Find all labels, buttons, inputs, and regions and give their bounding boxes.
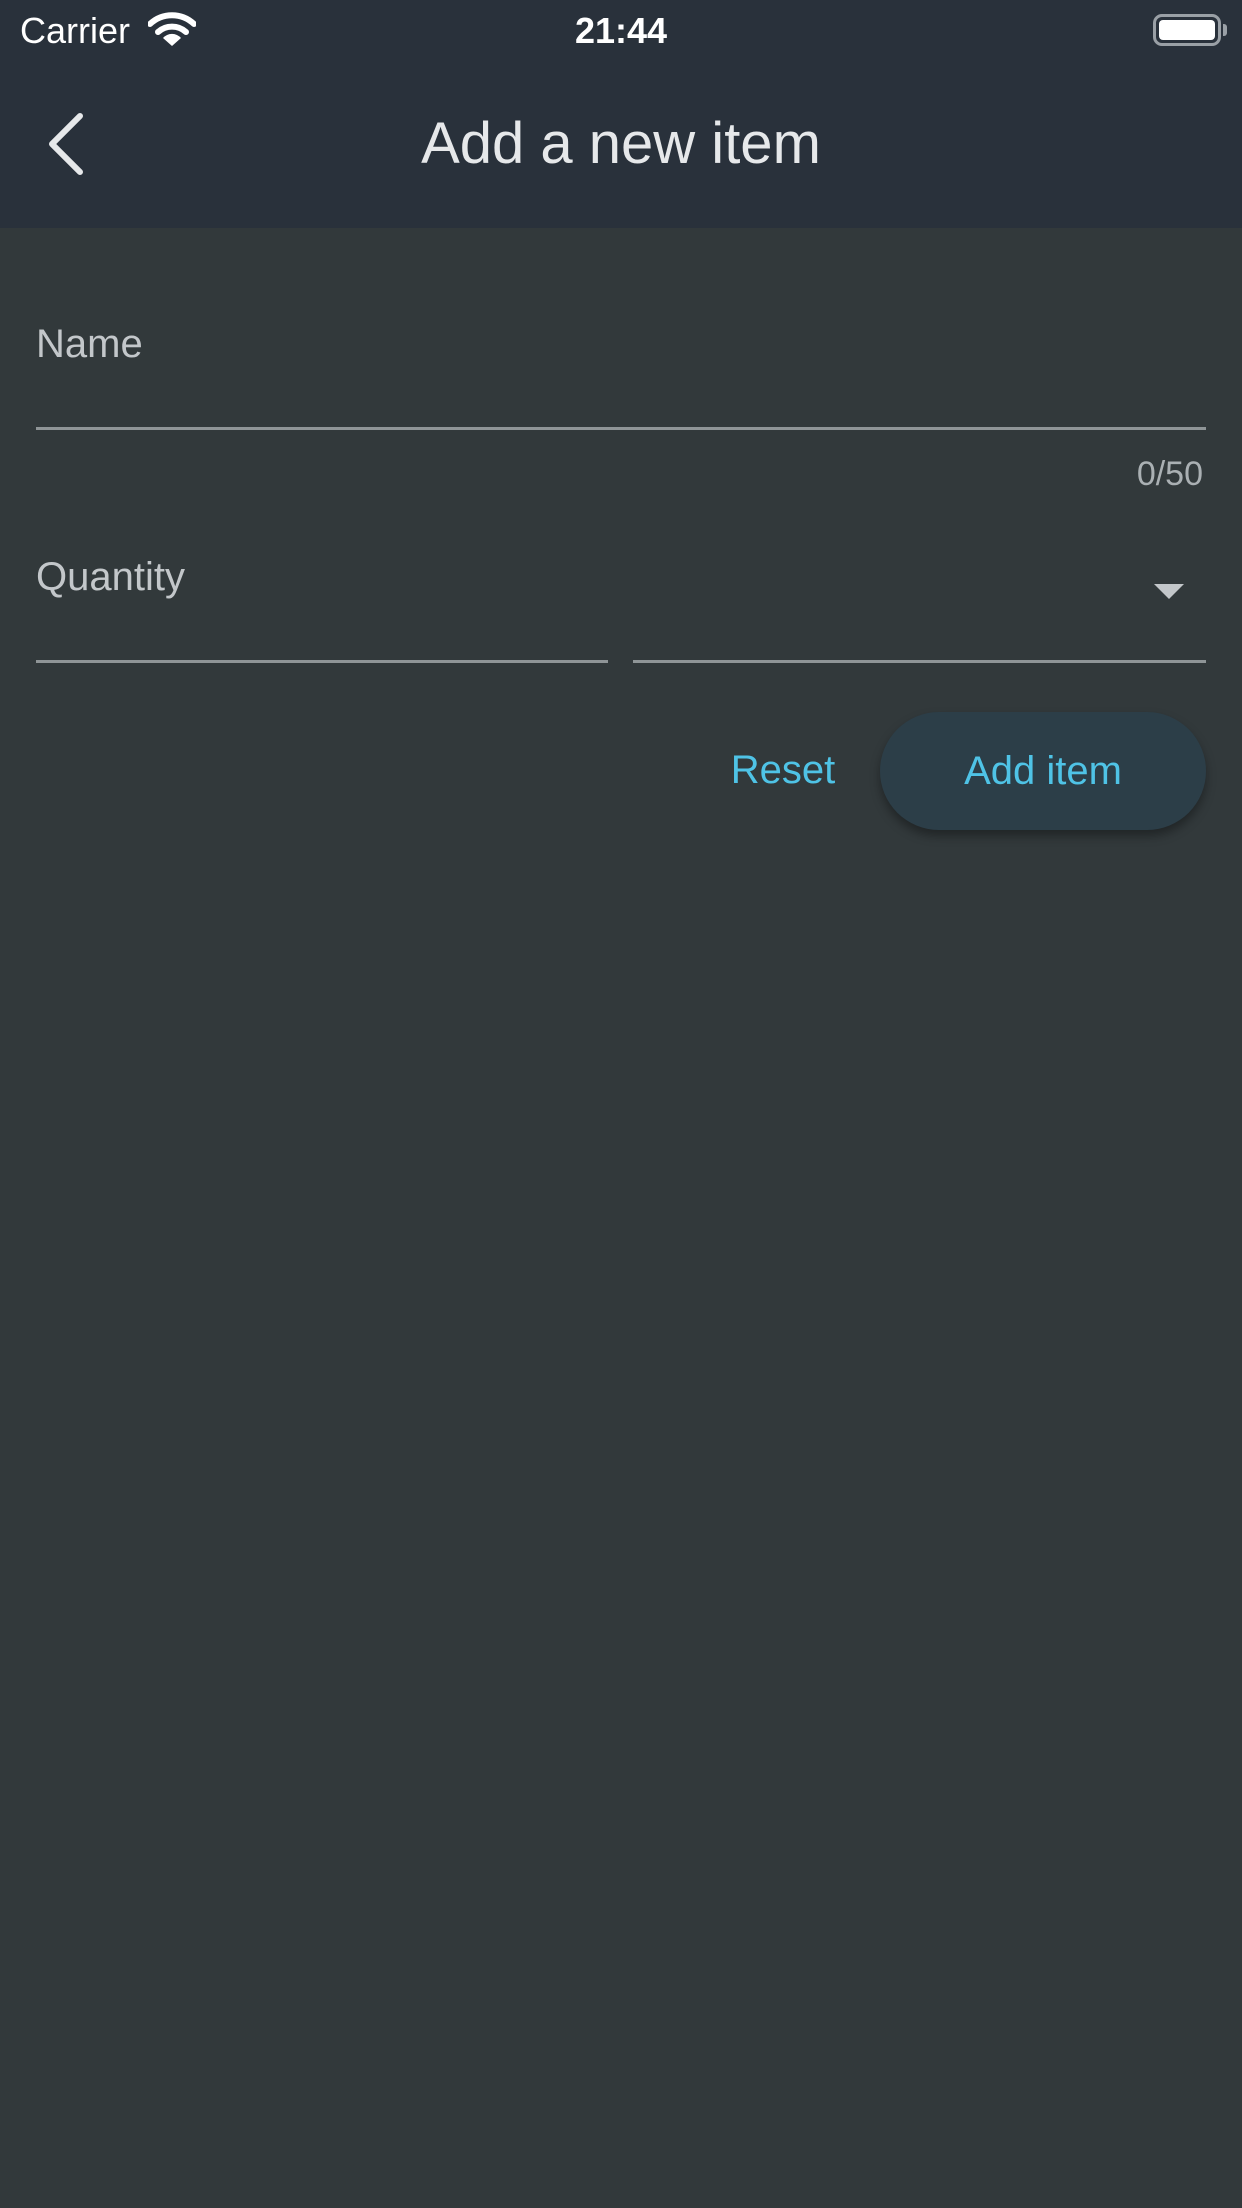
page-title: Add a new item (421, 111, 821, 176)
reset-button[interactable]: Reset (700, 720, 866, 820)
status-bar: Carrier 21:44 (0, 0, 1242, 62)
name-input[interactable] (36, 360, 1210, 426)
unit-dropdown[interactable] (633, 540, 1206, 660)
unit-dropdown-underline (633, 660, 1206, 663)
name-character-counter: 0/50 (1136, 455, 1203, 493)
battery-icon (1153, 14, 1221, 46)
quantity-input[interactable] (36, 594, 612, 660)
battery-tip (1223, 24, 1227, 36)
name-underline (36, 427, 1206, 430)
quantity-underline (36, 660, 608, 663)
app-bar: Add a new item (0, 62, 1242, 228)
status-time: 21:44 (574, 10, 668, 51)
add-item-button[interactable]: Add item (880, 712, 1206, 830)
dropdown-arrow-icon[interactable] (1154, 584, 1184, 599)
